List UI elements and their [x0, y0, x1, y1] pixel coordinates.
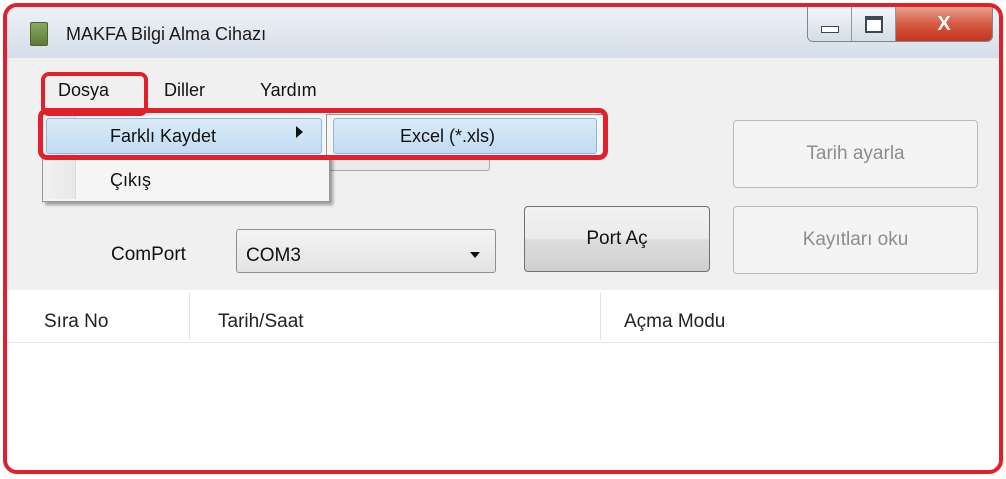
dropdown-arrow-icon[interactable]	[470, 252, 480, 258]
comport-label: ComPort	[111, 244, 186, 265]
minimize-icon	[820, 25, 839, 33]
menu-diller[interactable]: Diller	[158, 78, 211, 103]
farkli-kaydet-annotation-highlight	[38, 108, 608, 160]
column-header-tarih-saat[interactable]: Tarih/Saat	[218, 311, 304, 333]
window-controls: X	[807, 6, 993, 42]
column-separator[interactable]	[189, 292, 190, 340]
menu-yardim[interactable]: Yardım	[254, 78, 323, 103]
menu-item-cikis[interactable]: Çıkış	[110, 170, 151, 191]
column-header-sira-no[interactable]: Sıra No	[44, 311, 108, 333]
port-ac-button[interactable]: Port Aç	[524, 206, 710, 272]
minimize-button[interactable]	[808, 7, 852, 41]
tarih-ayarla-button[interactable]: Tarih ayarla	[733, 120, 978, 188]
app-icon	[30, 22, 48, 46]
list-header	[6, 290, 1002, 343]
column-header-acma-modu[interactable]: Açma Modu	[624, 311, 725, 333]
column-separator[interactable]	[600, 292, 601, 340]
maximize-icon	[864, 15, 883, 33]
kayitlari-oku-button[interactable]: Kayıtları oku	[733, 206, 978, 274]
window-title: MAKFA Bilgi Alma Cihazı	[66, 24, 267, 44]
close-icon: X	[937, 12, 951, 35]
comport-value: COM3	[246, 245, 301, 266]
maximize-button[interactable]	[852, 7, 896, 41]
close-button[interactable]: X	[896, 7, 992, 41]
